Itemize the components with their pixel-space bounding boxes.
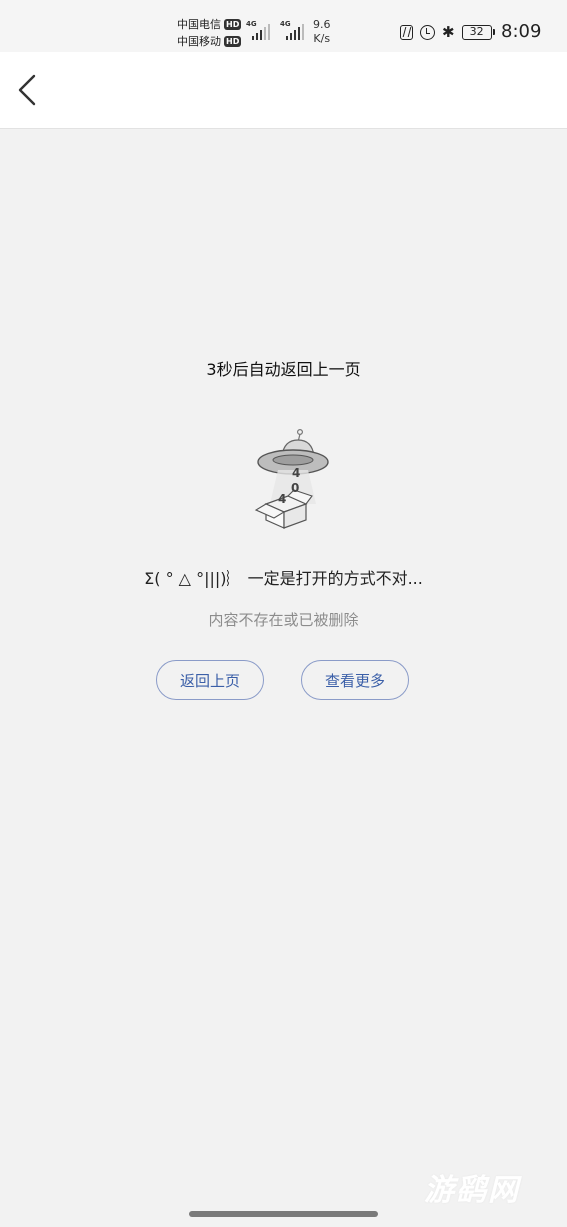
signal-1-icon: 4G (246, 20, 272, 40)
hd-badge-1: HD (224, 19, 242, 30)
signal-indicators: 4G 4G (246, 20, 306, 40)
see-more-button[interactable]: 查看更多 (301, 660, 409, 700)
home-indicator[interactable] (189, 1211, 378, 1217)
illustration-digit-1: 4 (292, 466, 300, 480)
ufo-404-illustration: 4 0 4 (254, 428, 329, 529)
chevron-left-icon (18, 74, 36, 106)
countdown-text: 3秒后自动返回上一页 (206, 360, 361, 379)
battery-icon: 32 (461, 24, 495, 40)
illustration-digit-3: 4 (278, 492, 286, 506)
back-button[interactable] (10, 70, 50, 110)
bluetooth-icon: ✱ (442, 22, 455, 41)
network-speed: 9.6 K/s (313, 18, 331, 46)
hd-badge-2: HD (224, 36, 242, 47)
nfc-icon (400, 24, 413, 40)
go-back-button[interactable]: 返回上页 (156, 660, 264, 700)
carrier-2-label: 中国移动 (177, 35, 221, 48)
status-bar: 中国电信 HD 中国移动 HD 4G 4G 9.6 K/s ✱ 32 8:09 (0, 0, 567, 52)
carrier-info: 中国电信 HD 中国移动 HD (177, 16, 242, 50)
error-subtitle: 内容不存在或已被删除 (208, 611, 359, 629)
alarm-icon (420, 24, 435, 40)
navigation-bar (0, 52, 567, 129)
error-title: Σ( ° △ °|||)︴ 一定是打开的方式不对... (144, 569, 423, 588)
clock: 8:09 (501, 21, 542, 42)
speed-value: 9.6 (313, 18, 331, 31)
watermark-logo: 游鹞网 (424, 1173, 520, 1208)
signal-2-icon: 4G (280, 20, 306, 40)
illustration-digit-2: 0 (291, 481, 299, 495)
status-icons: ✱ 32 (400, 22, 495, 42)
carrier-1-label: 中国电信 (177, 18, 221, 31)
speed-unit: K/s (313, 32, 331, 45)
